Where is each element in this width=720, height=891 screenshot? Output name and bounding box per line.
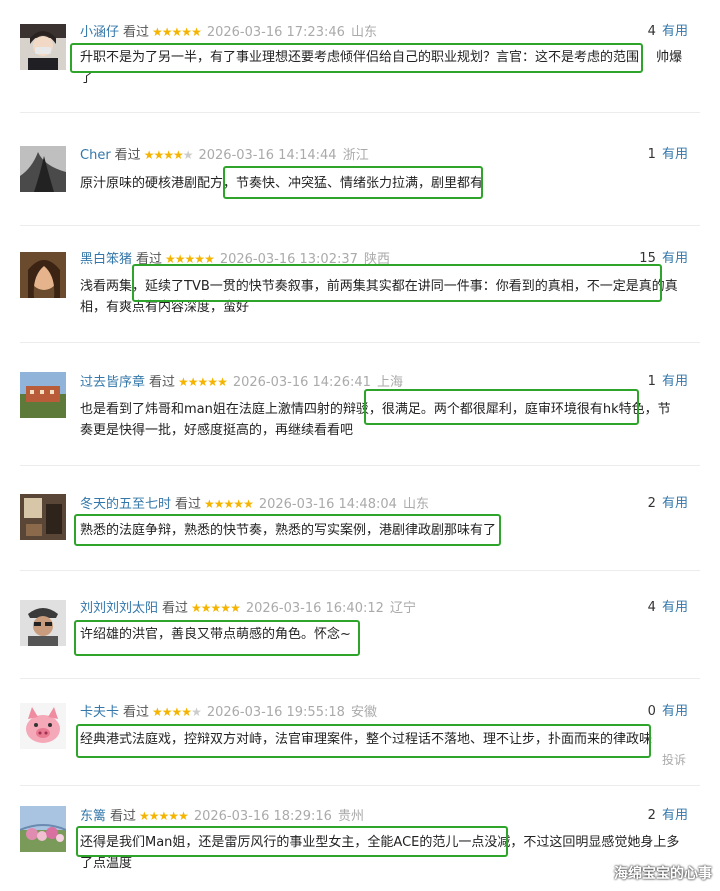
useful-button[interactable]: 有用: [662, 496, 688, 511]
review-meta: 卡夫卡 看过 ★★★★★ 2026-03-16 19:55:18 安徽: [80, 703, 377, 722]
watched-status: 看过: [110, 809, 137, 824]
watched-status: 看过: [175, 497, 202, 512]
review-time: 2026-03-16 14:14:44: [198, 148, 337, 163]
useful-count: 0: [647, 704, 656, 719]
useful-count: 1: [647, 374, 656, 389]
username-link[interactable]: 冬天的五至七时: [80, 497, 171, 512]
useful-vote[interactable]: 1 有用: [648, 373, 688, 391]
review-meta: 冬天的五至七时 看过 ★★★★★ 2026-03-16 14:48:04 山东: [80, 495, 429, 514]
username-link[interactable]: 小涵仔: [80, 25, 119, 40]
useful-vote[interactable]: 2 有用: [648, 807, 688, 825]
useful-button[interactable]: 有用: [662, 600, 688, 615]
highlight-box: [74, 514, 501, 546]
divider: [20, 678, 700, 679]
divider: [20, 112, 700, 113]
avatar[interactable]: [20, 806, 66, 852]
divider: [20, 785, 700, 786]
useful-button[interactable]: 有用: [662, 147, 688, 162]
review-meta: Cher 看过 ★★★★★ 2026-03-16 14:14:44 浙江: [80, 146, 369, 165]
rating-stars: ★★★★★: [204, 497, 254, 511]
rating-stars: ★★★★★: [191, 601, 241, 615]
useful-button[interactable]: 有用: [662, 374, 688, 389]
avatar[interactable]: [20, 252, 66, 298]
highlight-box: [364, 389, 639, 425]
username-link[interactable]: 黑白笨猪: [80, 252, 132, 267]
username-link[interactable]: 刘刘刘刘太阳: [80, 601, 158, 616]
useful-button[interactable]: 有用: [662, 251, 688, 266]
watched-status: 看过: [162, 601, 189, 616]
review-meta: 小涵仔 看过 ★★★★★ 2026-03-16 17:23:46 山东: [80, 23, 377, 42]
useful-button[interactable]: 有用: [662, 704, 688, 719]
rating-stars: ★★★★★: [152, 25, 202, 39]
divider: [20, 570, 700, 571]
review-time: 2026-03-16 17:23:46: [206, 25, 345, 40]
review-meta: 过去皆序章 看过 ★★★★★ 2026-03-16 14:26:41 上海: [80, 373, 403, 392]
useful-button[interactable]: 有用: [662, 808, 688, 823]
useful-count: 2: [647, 808, 656, 823]
review-location: 浙江: [342, 148, 369, 163]
review-time: 2026-03-16 19:55:18: [206, 705, 345, 720]
review-time: 2026-03-16 18:29:16: [193, 809, 332, 824]
highlight-box: [76, 724, 651, 758]
username-link[interactable]: 卡夫卡: [80, 705, 119, 720]
avatar[interactable]: [20, 372, 66, 418]
review-location: 安徽: [351, 705, 378, 720]
watched-status: 看过: [114, 148, 141, 163]
useful-vote[interactable]: 4 有用: [648, 599, 688, 617]
divider: [20, 342, 700, 343]
useful-count: 4: [647, 600, 656, 615]
useful-button[interactable]: 有用: [662, 24, 688, 39]
review-meta: 东篱 看过 ★★★★★ 2026-03-16 18:29:16 贵州: [80, 807, 364, 826]
watched-status: 看过: [123, 25, 150, 40]
avatar[interactable]: [20, 600, 66, 646]
avatar[interactable]: [20, 24, 66, 70]
avatar[interactable]: [20, 703, 66, 749]
review-location: 山东: [403, 497, 430, 512]
useful-count: 4: [647, 24, 656, 39]
review-location: 贵州: [338, 809, 365, 824]
review-location: 辽宁: [390, 601, 417, 616]
watched-status: 看过: [123, 705, 150, 720]
rating-stars: ★★★★★: [178, 375, 228, 389]
report-link[interactable]: 投诉: [662, 751, 686, 768]
rating-stars: ★★★★★: [139, 809, 189, 823]
username-link[interactable]: Cher: [80, 148, 111, 163]
useful-vote[interactable]: 4 有用: [648, 23, 688, 41]
highlight-box: [74, 620, 360, 656]
highlight-box: [223, 166, 483, 199]
rating-stars: ★★★★★: [143, 148, 194, 162]
review-location: 山东: [351, 25, 378, 40]
review-time: 2026-03-16 14:26:41: [232, 375, 371, 390]
useful-count: 1: [647, 147, 656, 162]
highlight-box: [70, 43, 643, 73]
highlight-box: [76, 826, 508, 857]
username-link[interactable]: 过去皆序章: [80, 375, 145, 390]
avatar[interactable]: [20, 494, 66, 540]
rating-stars: ★★★★★: [152, 705, 202, 719]
divider: [20, 465, 700, 466]
divider: [20, 225, 700, 226]
useful-vote[interactable]: 0 有用: [648, 703, 688, 721]
useful-vote[interactable]: 2 有用: [648, 495, 688, 513]
username-link[interactable]: 东篱: [80, 809, 106, 824]
watched-status: 看过: [149, 375, 176, 390]
watermark: 海绵宝宝的心事: [614, 866, 712, 882]
review-time: 2026-03-16 14:48:04: [258, 497, 397, 512]
avatar[interactable]: [20, 146, 66, 192]
review-meta: 刘刘刘刘太阳 看过 ★★★★★ 2026-03-16 16:40:12 辽宁: [80, 599, 416, 618]
useful-count: 2: [647, 496, 656, 511]
useful-vote[interactable]: 1 有用: [648, 146, 688, 164]
review-location: 上海: [377, 375, 404, 390]
review-time: 2026-03-16 16:40:12: [245, 601, 384, 616]
highlight-box: [132, 264, 662, 302]
